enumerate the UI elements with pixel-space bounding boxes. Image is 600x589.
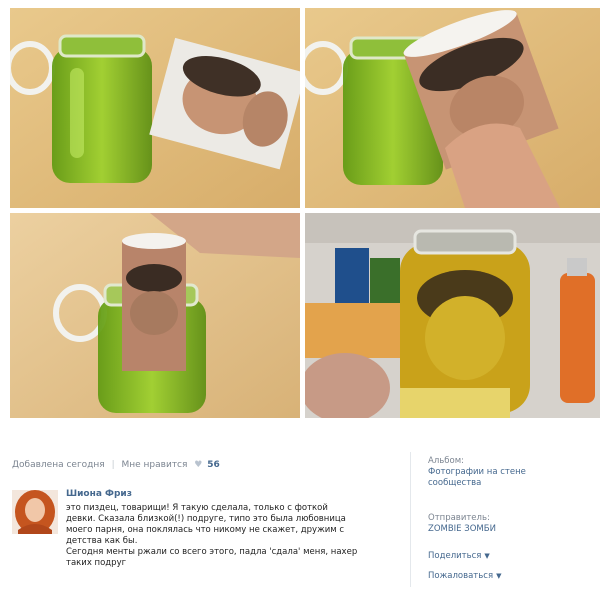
added-date: Добавлена сегодня (12, 460, 105, 470)
report-label[interactable]: Пожаловаться (428, 571, 493, 581)
sender-label: Отправитель: (428, 513, 490, 523)
share-label[interactable]: Поделиться (428, 551, 481, 561)
comment-line: это пиздец, товарищи! Я такую сделала, т… (66, 503, 328, 513)
album-label: Альбом: (428, 456, 464, 466)
comment-text: это пиздец, товарищи! Я такую сделала, т… (66, 503, 401, 569)
photo-panel-4 (305, 213, 600, 418)
photo-panel-1 (10, 8, 300, 208)
like-count[interactable]: 56 (207, 460, 220, 470)
sender-info: Отправитель: ZOMBIE ЗОМБИ (428, 513, 496, 535)
avatar[interactable] (12, 490, 58, 534)
caret-down-icon[interactable]: ▼ (484, 552, 489, 560)
comment-line: девки. Сказала близкой(!) подруге, типо … (66, 514, 346, 524)
heart-icon[interactable]: ♥ (194, 460, 202, 470)
comment-line: таких подруг (66, 558, 127, 568)
comment-author[interactable]: Шиона Фриз (66, 489, 132, 499)
divider (410, 452, 411, 587)
album-link-cont[interactable]: сообщества (428, 478, 526, 489)
post-meta: Добавлена сегодня | Мне нравится ♥ 56 (12, 460, 220, 470)
share-button[interactable]: Поделиться ▼ (428, 551, 490, 562)
photo-collage[interactable] (10, 8, 600, 418)
comment-line: детства как бы. (66, 536, 138, 546)
album-info: Альбом: Фотографии на стене сообщества (428, 456, 526, 489)
caret-down-icon[interactable]: ▼ (496, 572, 501, 580)
sender-link[interactable]: ZOMBIE ЗОМБИ (428, 524, 496, 535)
photo-panel-3 (10, 213, 300, 418)
separator: | (111, 460, 115, 470)
comment-line: Сегодня менты ржали со всего этого, падл… (66, 547, 358, 557)
like-button[interactable]: Мне нравится (122, 460, 188, 470)
comment-line: моего парня, она поклялась что никому не… (66, 525, 345, 535)
album-link[interactable]: Фотографии на стене (428, 467, 526, 478)
photo-panel-2 (305, 8, 600, 208)
report-button[interactable]: Пожаловаться ▼ (428, 571, 501, 582)
